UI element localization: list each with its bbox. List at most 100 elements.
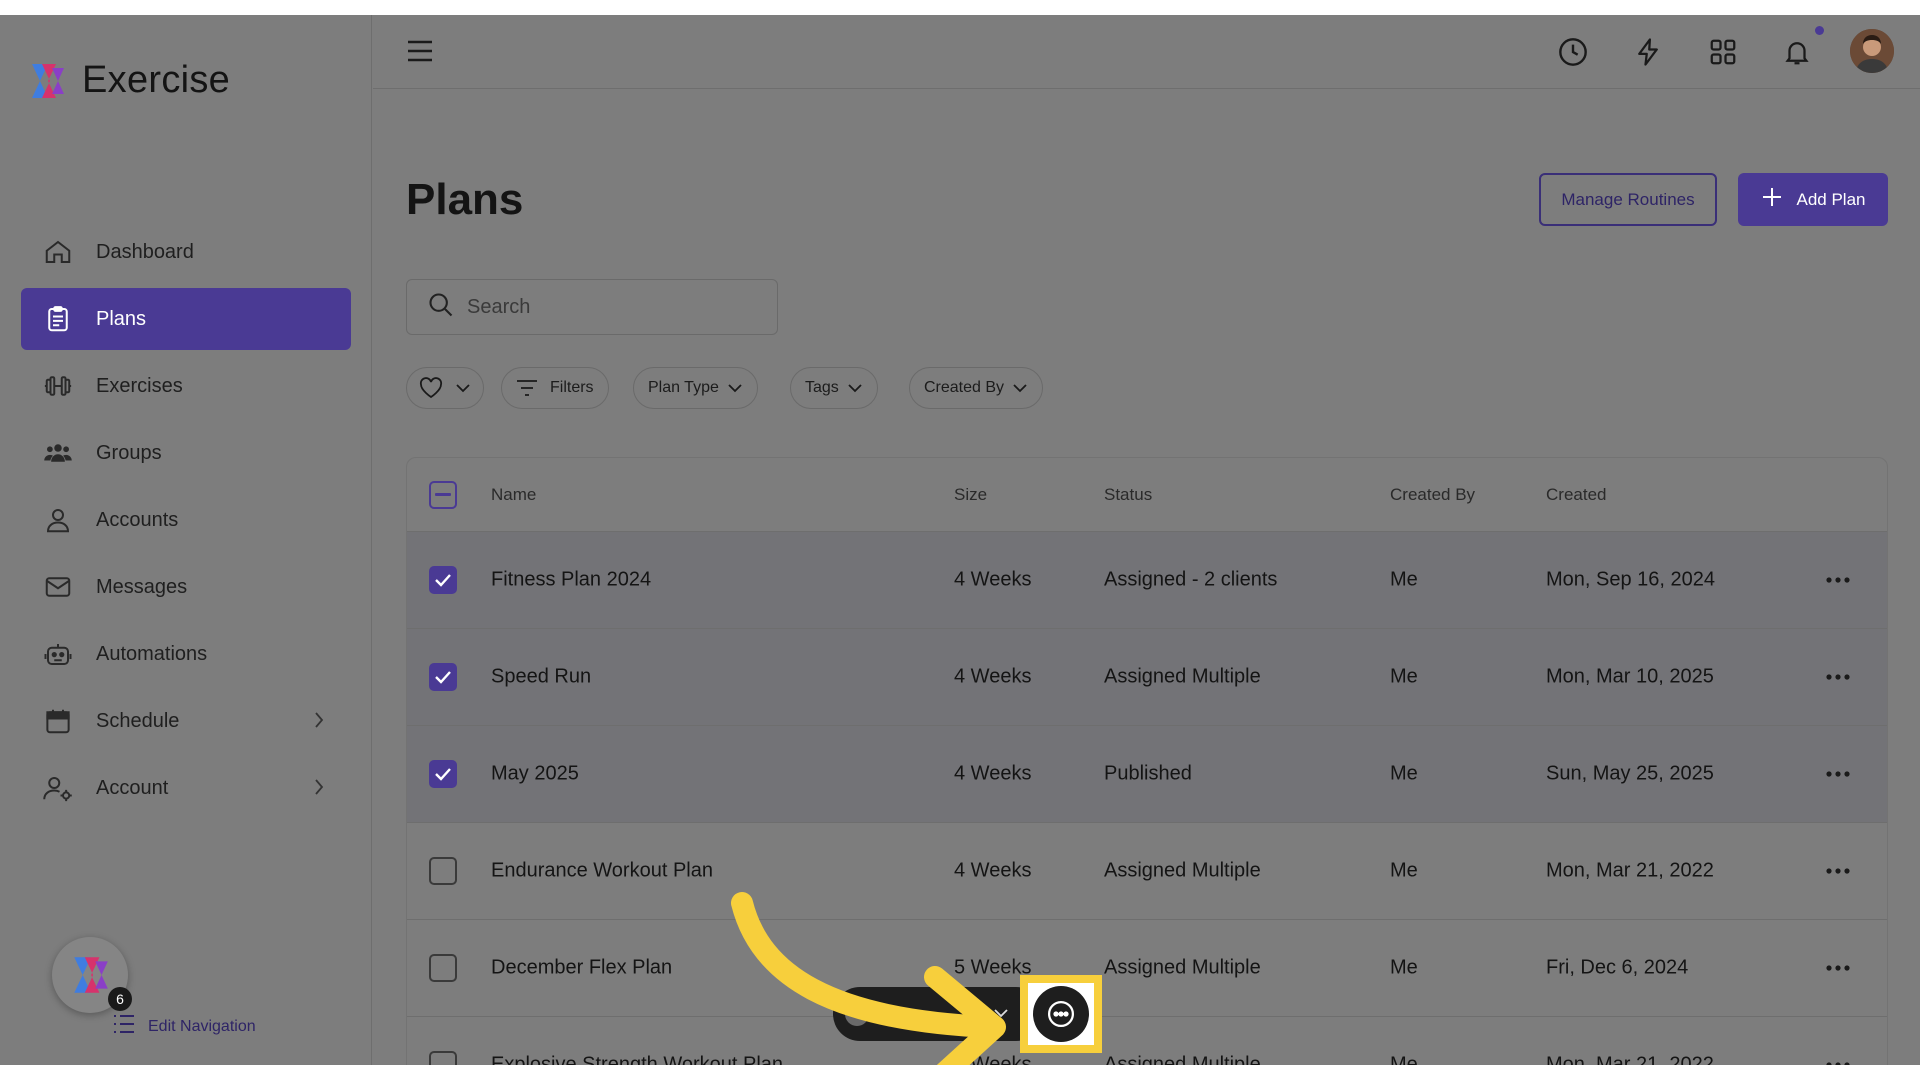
search-box	[406, 279, 778, 335]
more-options-icon[interactable]	[1825, 1061, 1851, 1065]
user-icon	[41, 503, 75, 537]
sidebar-item-schedule[interactable]: Schedule	[21, 690, 351, 752]
filters-button[interactable]: Filters	[501, 367, 609, 409]
table-row[interactable]: Endurance Workout Plan 4 Weeks Assigned …	[407, 823, 1887, 920]
check-icon	[435, 671, 451, 684]
plan-type-filter[interactable]: Plan Type	[633, 367, 758, 409]
plan-created-by: Me	[1390, 665, 1418, 688]
column-header-status[interactable]: Status	[1104, 485, 1152, 505]
plan-name[interactable]: Fitness Plan 2024	[491, 569, 651, 592]
column-header-created[interactable]: Created	[1546, 485, 1606, 505]
mail-icon	[41, 570, 75, 604]
row-checkbox[interactable]	[429, 954, 457, 982]
table-row[interactable]: May 2025 4 Weeks Published Me Sun, May 2…	[407, 726, 1887, 823]
favorites-filter[interactable]	[406, 367, 484, 409]
table-row[interactable]: Speed Run 4 Weeks Assigned Multiple Me M…	[407, 629, 1887, 726]
plan-created-date: Fri, Dec 6, 2024	[1546, 956, 1689, 979]
sidebar-item-accounts[interactable]: Accounts	[21, 489, 351, 551]
created-by-label: Created By	[924, 379, 1005, 396]
plan-created-date: Mon, Sep 16, 2024	[1546, 568, 1716, 591]
plan-created-by: Me	[1390, 568, 1418, 591]
avatar[interactable]	[1850, 29, 1894, 73]
more-actions-button[interactable]	[1033, 986, 1089, 1042]
bolt-icon[interactable]	[1631, 35, 1665, 69]
notification-count-badge: 6	[108, 987, 132, 1011]
edit-navigation-label: Edit Navigation	[148, 1017, 256, 1035]
sidebar-item-label: Accounts	[96, 508, 179, 531]
plan-name[interactable]: May 2025	[491, 763, 579, 786]
manage-routines-button[interactable]: Manage Routines	[1539, 173, 1717, 226]
sidebar-item-account[interactable]: Account	[21, 757, 351, 819]
column-header-name[interactable]: Name	[491, 485, 536, 505]
sidebar-nav: Dashboard Plans Exercises Groups Account…	[21, 221, 351, 824]
plan-name[interactable]: Endurance Workout Plan	[491, 860, 713, 883]
plan-status: Assigned - 2 clients	[1104, 568, 1278, 591]
sidebar-item-label: Account	[96, 776, 169, 799]
row-checkbox[interactable]	[429, 857, 457, 885]
edit-navigation-link[interactable]: Edit Navigation	[112, 1013, 256, 1040]
grid-icon[interactable]	[1706, 35, 1740, 69]
minus-icon	[435, 492, 451, 496]
chevron-down-icon	[455, 383, 471, 393]
sidebar-item-label: Plans	[96, 307, 147, 330]
sidebar-item-label: Messages	[96, 575, 188, 598]
created-by-filter[interactable]: Created By	[909, 367, 1044, 409]
logo-icon	[74, 957, 108, 993]
row-checkbox[interactable]	[429, 663, 457, 691]
add-plan-label: Add Plan	[1796, 189, 1866, 209]
column-header-created-by[interactable]: Created By	[1390, 485, 1475, 505]
select-all-checkbox[interactable]	[429, 480, 457, 509]
search-input[interactable]	[467, 295, 767, 319]
more-options-icon[interactable]	[1825, 576, 1851, 584]
sidebar-item-label: Groups	[96, 441, 162, 464]
hamburger-icon[interactable]	[407, 39, 433, 68]
more-options-icon[interactable]	[1825, 673, 1851, 681]
table-row[interactable]: Explosive Strength Workout Plan 2 Weeks …	[407, 1017, 1887, 1065]
home-icon	[41, 235, 75, 269]
plan-created-by: Me	[1390, 1053, 1418, 1066]
user-gear-icon	[41, 771, 75, 805]
row-checkbox[interactable]	[429, 760, 457, 788]
more-options-icon[interactable]	[1825, 867, 1851, 875]
plan-status: Published	[1104, 762, 1192, 785]
plan-name[interactable]: Speed Run	[491, 666, 591, 689]
sidebar-item-exercises[interactable]: Exercises	[21, 355, 351, 417]
dumbbell-icon	[41, 369, 75, 403]
plan-created-by: Me	[1390, 762, 1418, 785]
sidebar-item-dashboard[interactable]: Dashboard	[21, 221, 351, 283]
table-row[interactable]: Fitness Plan 2024 4 Weeks Assigned - 2 c…	[407, 532, 1887, 629]
bell-icon[interactable]	[1780, 35, 1814, 69]
clipboard-icon	[41, 302, 75, 336]
column-header-size[interactable]: Size	[954, 485, 987, 505]
row-checkbox[interactable]	[429, 566, 457, 594]
row-checkbox[interactable]	[429, 1051, 457, 1065]
plan-created-date: Sun, May 25, 2025	[1546, 762, 1714, 785]
sidebar-item-messages[interactable]: Messages	[21, 556, 351, 618]
add-plan-button[interactable]: Add Plan	[1738, 173, 1888, 226]
plus-icon	[1761, 186, 1783, 213]
logo-icon	[32, 63, 64, 98]
plan-status: Assigned Multiple	[1104, 1053, 1261, 1066]
sidebar-item-plans[interactable]: Plans	[21, 288, 351, 350]
plan-size: 4 Weeks	[954, 762, 1032, 785]
brand-logo[interactable]: Exercise	[26, 59, 230, 102]
more-options-icon[interactable]	[1825, 964, 1851, 972]
plan-name[interactable]: December Flex Plan	[491, 957, 672, 980]
more-options-icon[interactable]	[1825, 770, 1851, 778]
more-actions-highlight	[1020, 975, 1102, 1053]
search-icon	[427, 291, 455, 324]
chevron-down-icon	[727, 383, 743, 393]
plan-type-label: Plan Type	[648, 379, 719, 396]
plan-size: 4 Weeks	[954, 665, 1032, 688]
tags-label: Tags	[805, 379, 839, 396]
clock-icon[interactable]	[1556, 35, 1590, 69]
tags-filter[interactable]: Tags	[790, 367, 878, 409]
sidebar: Exercise Dashboard Plans Exercises Group…	[0, 15, 372, 1065]
list-icon	[112, 1013, 136, 1040]
sidebar-item-automations[interactable]: Automations	[21, 623, 351, 685]
sidebar-item-label: Exercises	[96, 374, 183, 397]
table-row[interactable]: December Flex Plan 5 Weeks Assigned Mult…	[407, 920, 1887, 1017]
sidebar-item-groups[interactable]: Groups	[21, 422, 351, 484]
filter-lines-icon	[516, 379, 538, 397]
chevron-right-icon	[313, 710, 325, 736]
